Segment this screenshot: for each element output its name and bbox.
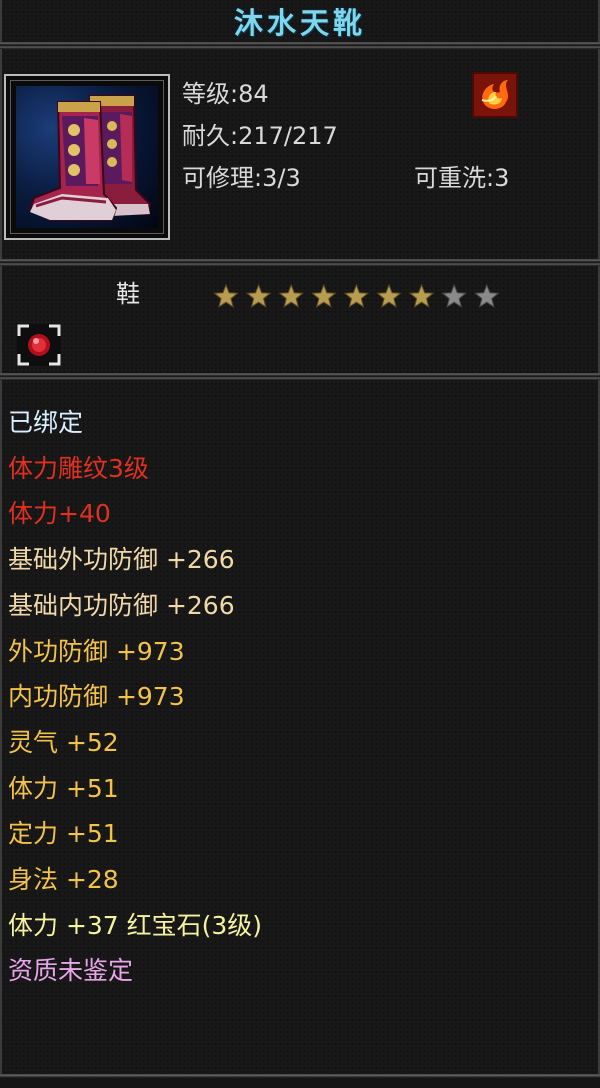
star-filled-icon bbox=[408, 283, 435, 308]
star-filled-icon bbox=[343, 283, 370, 308]
item-rewash: 可重洗:3 bbox=[414, 164, 510, 192]
item-repairable: 可修理:3/3 bbox=[182, 164, 301, 192]
attribute-line: 体力雕纹3级 bbox=[8, 453, 149, 483]
attribute-line: 已绑定 bbox=[8, 408, 84, 437]
item-slot-type: 鞋 bbox=[116, 280, 140, 308]
star-filled-icon bbox=[245, 283, 272, 308]
attribute-line: 体力+40 bbox=[8, 499, 111, 529]
attribute-line: 定力 +51 bbox=[8, 819, 119, 849]
star-empty-icon bbox=[474, 283, 500, 308]
item-tooltip: 沐水天靴 等级:84 耐久:217/217 可修理:3/3 可重洗:3 鞋 已绑… bbox=[0, 0, 600, 1088]
boots-icon bbox=[16, 86, 158, 228]
attribute-line: 资质未鉴定 bbox=[8, 956, 134, 986]
star-empty-icon bbox=[441, 283, 467, 308]
item-level: 等级:84 bbox=[182, 80, 269, 108]
item-durability: 耐久:217/217 bbox=[182, 122, 338, 150]
star-filled-icon bbox=[278, 283, 304, 308]
divider-middle bbox=[0, 259, 600, 266]
attribute-line: 内功防御 +973 bbox=[8, 682, 185, 712]
star-filled-icon bbox=[213, 283, 239, 308]
star-filled-icon bbox=[311, 283, 337, 308]
item-name: 沐水天靴 bbox=[233, 6, 366, 40]
attribute-line: 外功防御 +973 bbox=[8, 636, 185, 666]
star-filled-icon bbox=[376, 283, 402, 308]
attribute-line: 基础外功防御 +266 bbox=[8, 545, 235, 575]
fire-element-icon bbox=[472, 72, 518, 118]
item-icon-frame[interactable] bbox=[4, 74, 170, 240]
star-rating bbox=[213, 283, 500, 308]
tooltip-bottom-border bbox=[0, 1074, 600, 1088]
attribute-line: 基础内功防御 +266 bbox=[8, 590, 235, 620]
ruby-gem-icon bbox=[17, 324, 61, 366]
tooltip-left-border bbox=[0, 0, 2, 1088]
divider-bottom bbox=[0, 373, 600, 380]
attribute-line: 灵气 +52 bbox=[8, 727, 119, 757]
gem-slot[interactable] bbox=[17, 324, 61, 366]
divider-top bbox=[0, 42, 600, 49]
attribute-line: 体力 +37 红宝石(3级) bbox=[8, 910, 263, 940]
attribute-line: 身法 +28 bbox=[8, 865, 119, 894]
attribute-line: 体力 +51 bbox=[8, 773, 119, 803]
